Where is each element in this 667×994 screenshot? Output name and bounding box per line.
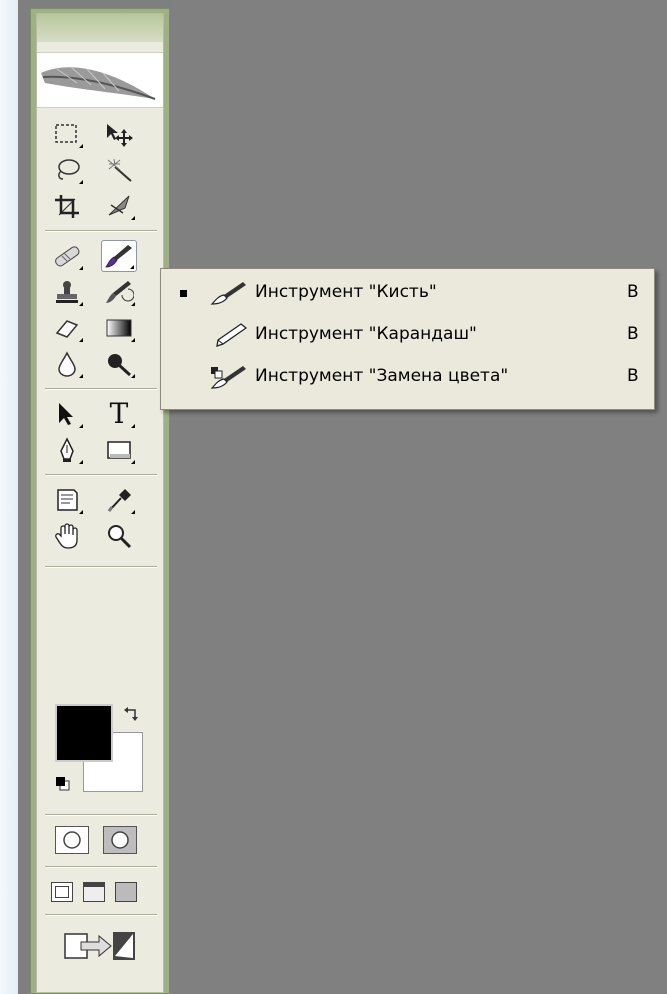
color-swatches xyxy=(55,704,151,804)
tools-palette-body: T xyxy=(36,13,164,993)
foreground-color-swatch[interactable] xyxy=(55,704,113,762)
standard-screen-mode-button[interactable] xyxy=(51,882,73,902)
full-screen-mode-button[interactable] xyxy=(115,882,137,902)
brush-icon xyxy=(209,280,249,306)
lasso-icon[interactable] xyxy=(49,154,85,186)
healing-brush-icon[interactable] xyxy=(49,240,85,272)
clone-stamp-icon[interactable] xyxy=(49,276,85,308)
brush-tools-flyout-menu: Инструмент "Кисть" B Инструмент "Каранда… xyxy=(160,268,655,410)
menu-item-shortcut: B xyxy=(627,282,639,302)
standard-mode-button[interactable] xyxy=(55,826,89,854)
zoom-icon[interactable] xyxy=(101,520,137,552)
history-brush-icon[interactable] xyxy=(101,276,137,308)
path-selection-icon[interactable] xyxy=(49,398,85,430)
crop-icon[interactable] xyxy=(49,190,85,222)
palette-title-bar[interactable] xyxy=(37,14,163,42)
default-colors-icon[interactable] xyxy=(55,776,71,796)
rectangle-shape-icon[interactable] xyxy=(101,434,137,466)
eyedropper-icon[interactable] xyxy=(101,484,137,516)
menu-item-shortcut: B xyxy=(627,324,639,344)
menu-item-label: Инструмент "Карандаш" xyxy=(255,324,477,344)
blur-drop-icon[interactable] xyxy=(49,348,85,380)
type-icon[interactable]: T xyxy=(101,398,137,430)
menu-item-label: Инструмент "Кисть" xyxy=(255,282,437,302)
swap-colors-icon[interactable] xyxy=(123,706,141,728)
workspace-canvas-area xyxy=(172,0,667,994)
menu-item-pencil[interactable]: Инструмент "Карандаш" B xyxy=(161,317,654,353)
eraser-icon[interactable] xyxy=(49,312,85,344)
color-replacement-icon xyxy=(209,364,249,390)
menu-item-brush[interactable]: Инструмент "Кисть" B xyxy=(161,275,654,311)
quick-mask-mode-button[interactable] xyxy=(103,826,137,854)
jump-to-imageready-icon[interactable] xyxy=(63,926,139,970)
brush-tool-button-selected[interactable] xyxy=(101,240,137,272)
full-screen-menu-mode-button[interactable] xyxy=(83,882,105,902)
dodge-icon[interactable] xyxy=(101,348,137,380)
move-icon[interactable] xyxy=(101,118,137,150)
hand-icon[interactable] xyxy=(49,520,85,552)
menu-item-color-replacement[interactable]: Инструмент "Замена цвета" B xyxy=(161,359,654,395)
active-tool-bullet xyxy=(180,290,187,297)
menu-item-label: Инструмент "Замена цвета" xyxy=(255,366,509,386)
magic-wand-icon[interactable] xyxy=(101,154,137,186)
tools-palette: T xyxy=(30,8,170,994)
notes-icon[interactable] xyxy=(49,484,85,516)
pencil-icon xyxy=(209,322,249,348)
type-icon-glyph: T xyxy=(109,397,129,430)
slice-icon[interactable] xyxy=(101,190,137,222)
feather-logo[interactable] xyxy=(37,52,163,108)
menu-item-shortcut: B xyxy=(627,366,639,386)
pen-icon[interactable] xyxy=(49,434,85,466)
gradient-icon[interactable] xyxy=(101,312,137,344)
rect-marquee-icon[interactable] xyxy=(49,118,85,150)
